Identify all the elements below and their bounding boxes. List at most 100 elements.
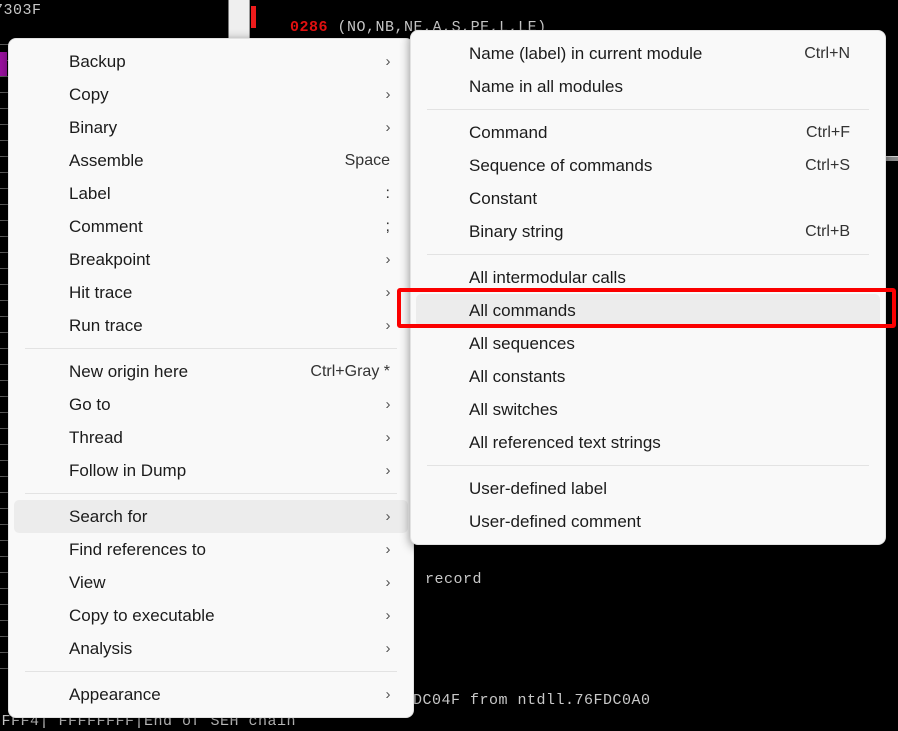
search-submenu-item-user-defined-label[interactable]: User-defined label — [416, 472, 880, 505]
menu-item-label: Comment — [69, 216, 143, 236]
panel-splitter[interactable] — [228, 0, 250, 40]
search-submenu-separator — [427, 109, 869, 110]
menu-item-label: Run trace — [69, 315, 143, 335]
menu-item-label: Binary string — [469, 221, 564, 241]
context-menu-item-copy-to-executable[interactable]: Copy to executable › — [14, 599, 408, 632]
search-submenu-item-name-label-in-current-module[interactable]: Name (label) in current module Ctrl+N — [416, 37, 880, 70]
context-menu-separator — [25, 493, 397, 494]
context-menu-separator — [25, 348, 397, 349]
chevron-right-icon: › — [385, 86, 391, 103]
search-submenu-item-user-defined-comment[interactable]: User-defined comment — [416, 505, 880, 538]
search-submenu-separator — [427, 254, 869, 255]
chevron-right-icon: › — [385, 686, 391, 703]
context-menu-item-backup[interactable]: Backup › — [14, 45, 408, 78]
menu-item-shortcut: Ctrl+B — [805, 222, 850, 240]
disassembly-address-text: 7303F — [0, 2, 42, 19]
red-marker-tick — [251, 6, 256, 28]
menu-item-shortcut: Ctrl+F — [806, 123, 850, 141]
context-menu-item-copy[interactable]: Copy › — [14, 78, 408, 111]
search-submenu-item-all-referenced-text-strings[interactable]: All referenced text strings — [416, 426, 880, 459]
search-for-submenu[interactable]: Name (label) in current module Ctrl+N Name… — [410, 30, 886, 545]
chevron-right-icon: › — [385, 462, 391, 479]
menu-item-label: Follow in Dump — [69, 460, 187, 480]
chevron-right-icon: › — [385, 607, 391, 624]
menu-item-shortcut: Ctrl+N — [804, 44, 850, 62]
search-submenu-item-binary-string[interactable]: Binary string Ctrl+B — [416, 215, 880, 248]
menu-item-label: All sequences — [469, 333, 575, 353]
menu-item-label: Name in all modules — [469, 76, 624, 96]
menu-item-label: Assemble — [69, 150, 144, 170]
chevron-right-icon: › — [385, 53, 391, 70]
menu-item-label: User-defined label — [469, 478, 607, 498]
search-submenu-item-all-sequences[interactable]: All sequences — [416, 327, 880, 360]
context-menu-item-new-origin-here[interactable]: New origin here Ctrl+Gray * — [14, 355, 408, 388]
menu-item-label: View — [69, 572, 106, 592]
context-menu-item-binary[interactable]: Binary › — [14, 111, 408, 144]
context-menu-item-analysis[interactable]: Analysis › — [14, 632, 408, 665]
search-submenu-item-sequence-of-commands[interactable]: Sequence of commands Ctrl+S — [416, 149, 880, 182]
menu-item-label: Command — [469, 122, 548, 142]
context-menu-item-label[interactable]: Label: — [14, 177, 408, 210]
right-panel-divider — [886, 156, 898, 161]
menu-item-label: New origin here — [69, 361, 189, 381]
chevron-right-icon: › — [385, 396, 391, 413]
context-menu-item-assemble[interactable]: Assemble Space — [14, 144, 408, 177]
menu-item-label: Copy — [69, 84, 109, 104]
context-menu-item-thread[interactable]: Thread › — [14, 421, 408, 454]
menu-item-label: Sequence of commands — [469, 155, 653, 175]
chevron-right-icon: › — [385, 284, 391, 301]
menu-item-label: Copy to executable — [69, 605, 215, 625]
context-menu-item-search-for[interactable]: Search for › — [14, 500, 408, 533]
menu-item-shortcut: Ctrl+Gray * — [310, 362, 390, 380]
chevron-right-icon: › — [385, 251, 391, 268]
context-menu-item-hit-trace[interactable]: Hit trace › — [14, 276, 408, 309]
menu-item-shortcut: Space — [344, 151, 390, 169]
search-submenu-item-all-switches[interactable]: All switches — [416, 393, 880, 426]
menu-item-label: Breakpoint — [69, 249, 151, 269]
search-submenu-item-all-intermodular-calls[interactable]: All intermodular calls — [416, 261, 880, 294]
menu-item-label: Analysis — [69, 638, 133, 658]
search-submenu-item-all-commands[interactable]: All commands — [416, 294, 880, 327]
menu-item-label: Hit trace — [69, 282, 133, 302]
chevron-right-icon: › — [385, 574, 391, 591]
menu-item-label: Backup — [69, 51, 126, 71]
menu-item-label: Constant — [469, 188, 538, 208]
menu-item-shortcut: ; — [385, 217, 390, 235]
menu-item-label: All referenced text strings — [469, 432, 661, 452]
context-menu-item-view[interactable]: View › — [14, 566, 408, 599]
search-submenu-item-constant[interactable]: Constant — [416, 182, 880, 215]
context-menu-item-follow-in-dump[interactable]: Follow in Dump › — [14, 454, 408, 487]
menu-item-label: Find references to — [69, 539, 207, 559]
chevron-right-icon: › — [385, 541, 391, 558]
disassembly-context-menu[interactable]: Backup › Copy › Binary › Assemble Space Label: Co… — [8, 38, 414, 718]
context-menu-item-breakpoint[interactable]: Breakpoint › — [14, 243, 408, 276]
menu-item-label: Binary — [69, 117, 118, 137]
search-submenu-item-all-constants[interactable]: All constants — [416, 360, 880, 393]
menu-item-shortcut: : — [385, 184, 390, 202]
menu-item-label: All commands — [469, 300, 576, 320]
breakpoint-marker — [0, 52, 7, 76]
menu-item-label: User-defined comment — [469, 511, 641, 531]
context-menu-item-find-references-to[interactable]: Find references to › — [14, 533, 408, 566]
search-submenu-item-command[interactable]: Command Ctrl+F — [416, 116, 880, 149]
menu-item-label: Thread — [69, 427, 123, 447]
menu-item-label: All intermodular calls — [469, 267, 626, 287]
menu-item-label: Label — [69, 183, 111, 203]
context-menu-item-appearance[interactable]: Appearance › — [14, 678, 408, 711]
context-menu-item-comment[interactable]: Comment; — [14, 210, 408, 243]
menu-item-label: Name (label) in current module — [469, 43, 703, 63]
context-menu-separator — [25, 671, 397, 672]
menu-item-label: All switches — [469, 399, 558, 419]
chevron-right-icon: › — [385, 508, 391, 525]
search-submenu-item-name-in-all-modules[interactable]: Name in all modules — [416, 70, 880, 103]
eflags-value: 0286 — [290, 19, 329, 36]
chevron-right-icon: › — [385, 317, 391, 334]
menu-item-shortcut: Ctrl+S — [805, 156, 850, 174]
stack-return-address-text: DC04F from ntdll.76FDC0A0 — [413, 692, 651, 709]
context-menu-item-go-to[interactable]: Go to › — [14, 388, 408, 421]
menu-item-label: Appearance — [69, 684, 161, 704]
stack-record-text: record — [425, 571, 483, 588]
menu-item-label: All constants — [469, 366, 566, 386]
context-menu-item-run-trace[interactable]: Run trace › — [14, 309, 408, 342]
search-submenu-separator — [427, 465, 869, 466]
